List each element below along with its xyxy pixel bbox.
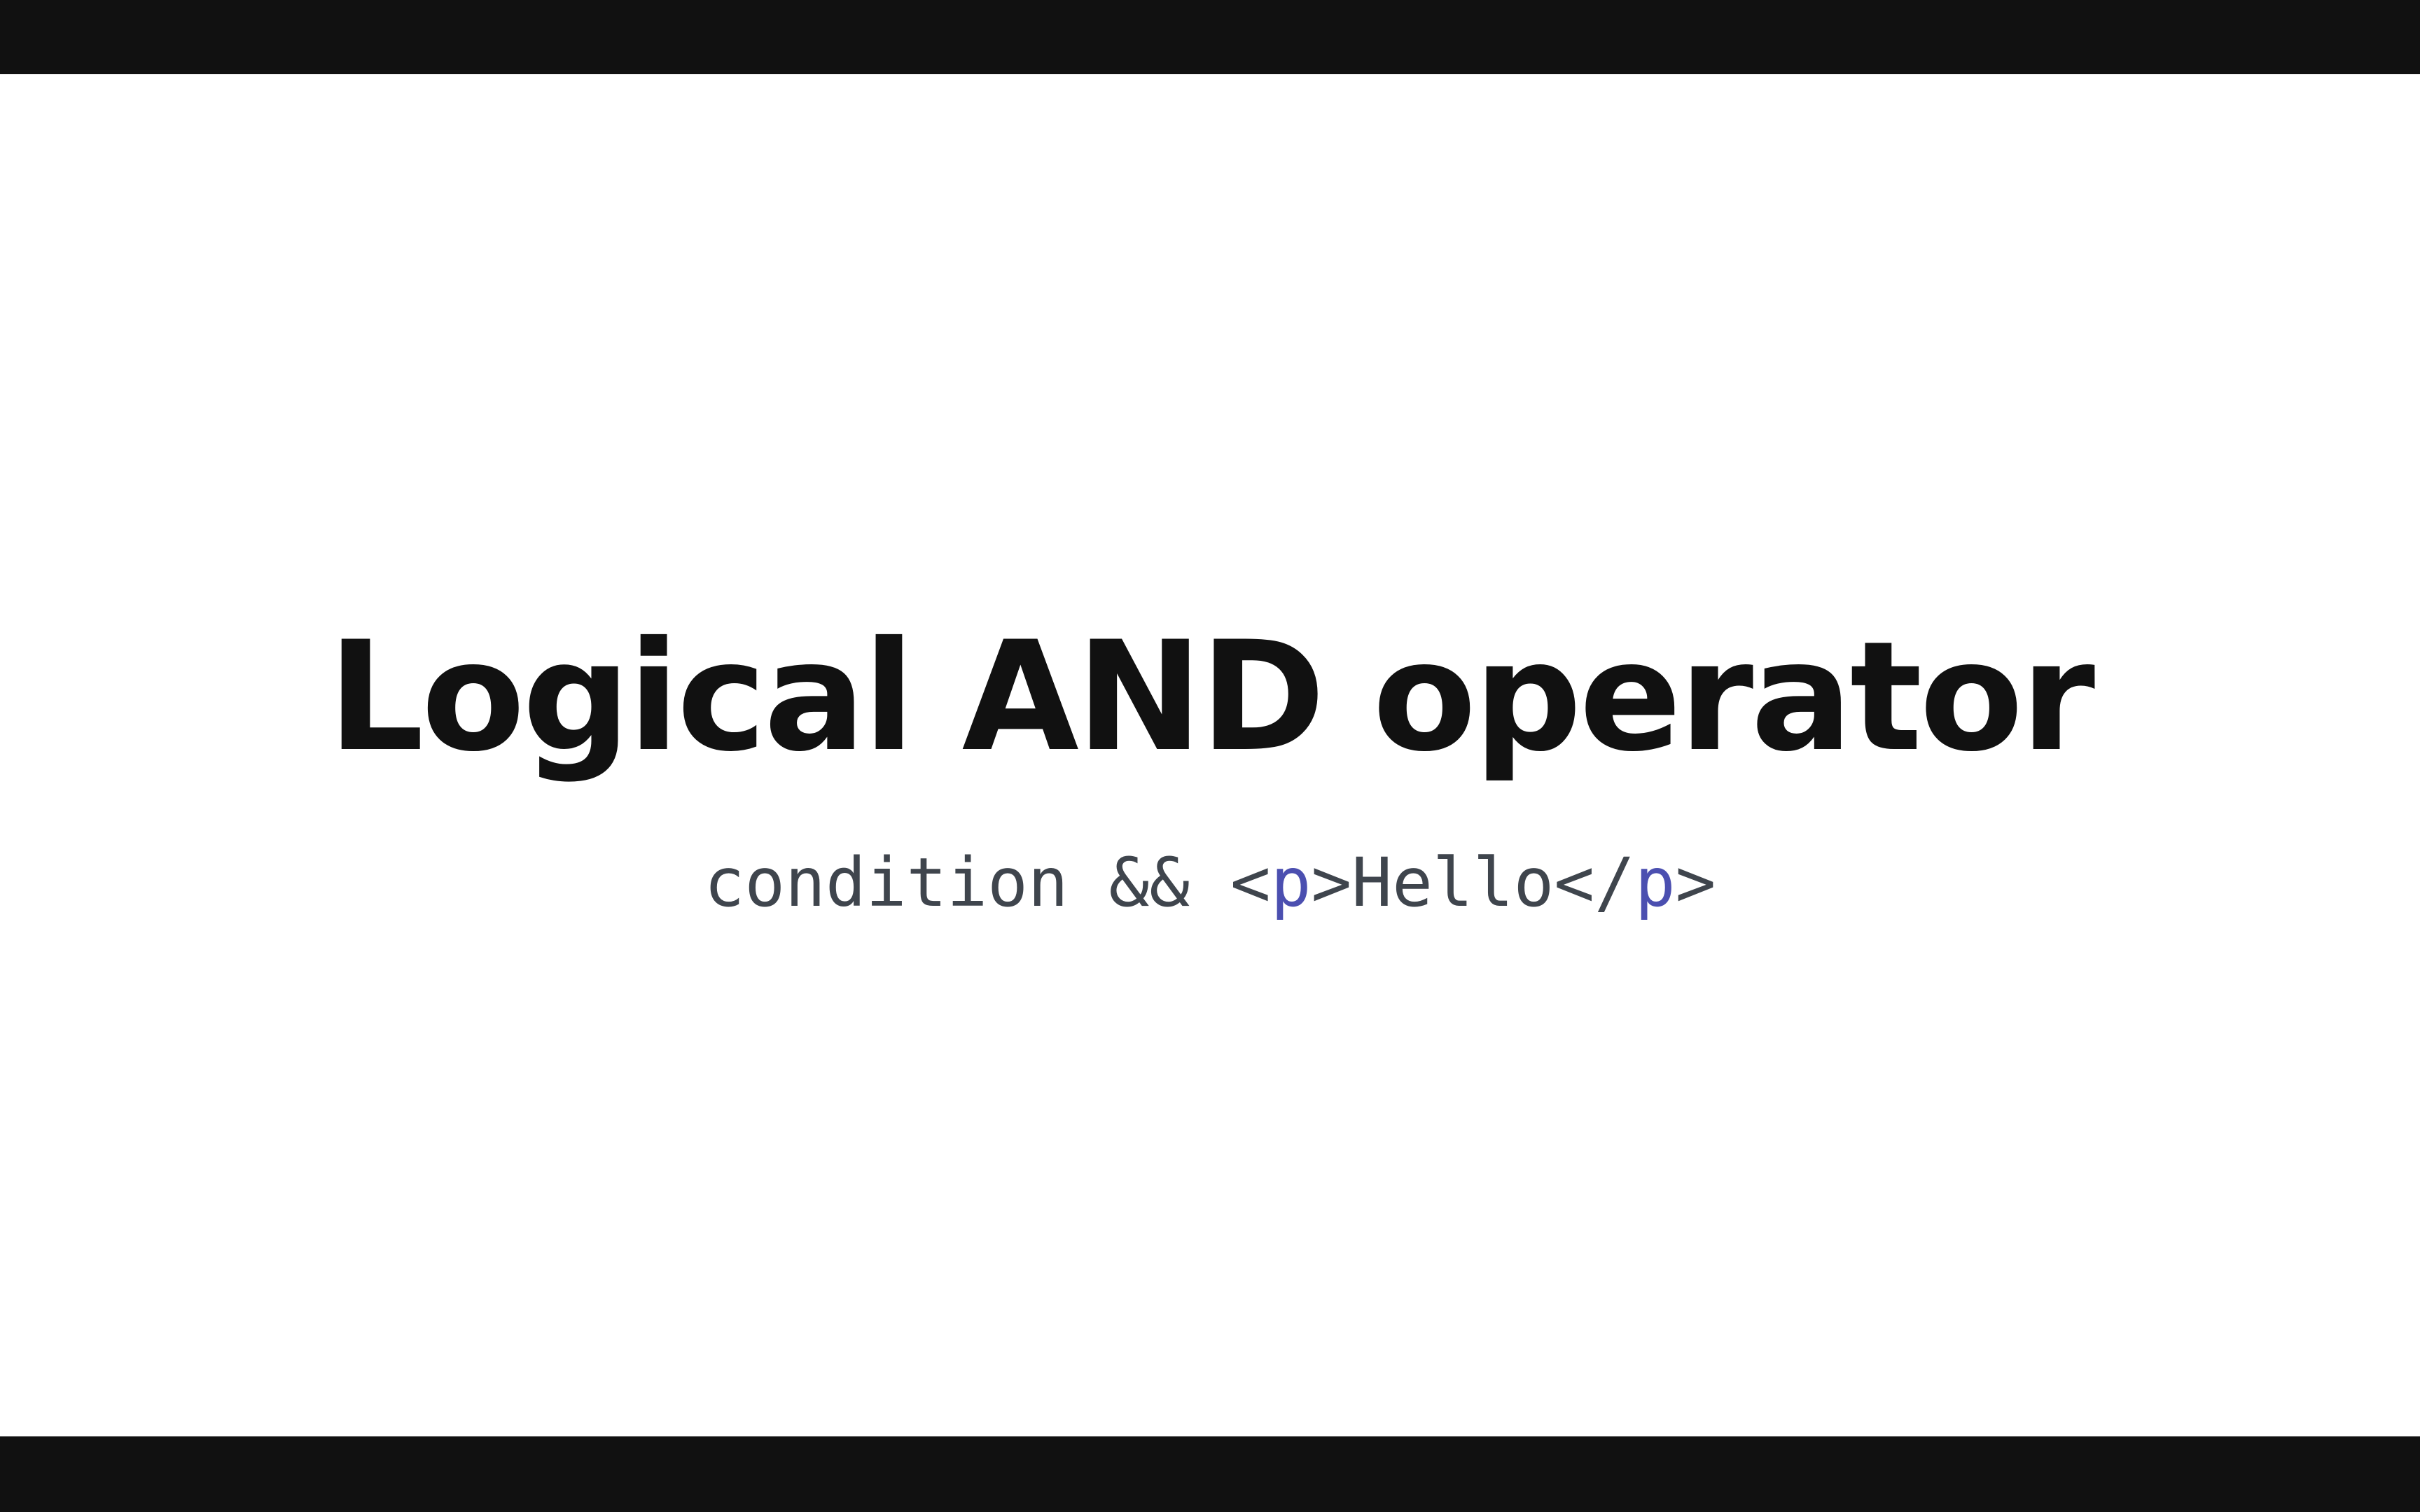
code-open-tag-name: p bbox=[1270, 844, 1312, 922]
top-letterbox-bar bbox=[0, 0, 2420, 74]
slide-title: Logical AND operator bbox=[327, 609, 2095, 785]
code-snippet: condition && <p>Hello</p> bbox=[0, 837, 2420, 928]
code-text-content: Hello bbox=[1351, 844, 1555, 922]
code-and-operator: && bbox=[1108, 844, 1190, 922]
code-close-tag-end: > bbox=[1675, 844, 1716, 922]
code-close-tag-name: p bbox=[1634, 844, 1676, 922]
code-open-tag-end: > bbox=[1311, 844, 1352, 922]
slide-content: Logical AND operator condition && <p>Hel… bbox=[0, 74, 2420, 1436]
bottom-letterbox-bar bbox=[0, 1436, 2420, 1512]
code-close-tag-start: </ bbox=[1554, 844, 1635, 922]
code-open-bracket: < bbox=[1230, 844, 1271, 922]
code-condition: condition bbox=[704, 844, 1069, 922]
slide-frame: Logical AND operator condition && <p>Hel… bbox=[0, 0, 2420, 1512]
